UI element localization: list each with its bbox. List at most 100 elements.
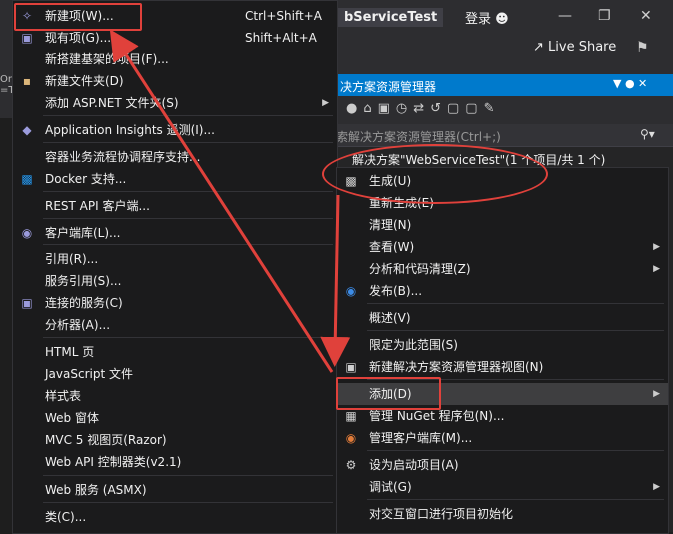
folder-icon: ▪ [22,74,32,88]
window-title: bServiceTest [338,8,444,27]
search-icon[interactable]: ⚲▾ [640,127,655,141]
manage-library-icon: ◉ [345,431,357,445]
menu-separator [43,475,333,476]
context-menu-item[interactable]: 清理(N) [337,214,668,236]
add-menu-item[interactable]: JavaScript 文件 [13,363,337,385]
add-menu-item-label: HTML 页 [45,345,95,359]
add-menu-item-label: Web API 控制器类(v2.1) [45,455,182,469]
context-menu-item-label: 概述(V) [369,311,411,325]
context-menu-item[interactable]: ▣ 新建解决方案资源管理器视图(N) [337,356,668,378]
app-insights-icon: ◆ [22,123,32,137]
menu-separator [43,142,333,143]
submenu-arrow-icon: ▶ [653,482,660,492]
highlight-solution-root [322,144,548,204]
add-menu-item[interactable]: HTML 页 [13,341,337,363]
context-menu-item[interactable]: 调试(G) ▶ [337,476,668,498]
menu-separator [43,244,333,245]
sign-in-label: 登录 [465,12,492,27]
shortcut-label: Ctrl+Shift+A [245,9,322,23]
add-menu-item[interactable]: MVC 5 视图页(Razor) [13,429,337,451]
submenu-arrow-icon: ▶ [322,98,329,108]
new-view-icon: ▣ [345,360,357,374]
add-menu-item[interactable]: ◉ 客户端库(L)... [13,222,337,244]
docker-icon: ▩ [21,172,33,186]
context-menu-item[interactable]: ◉ 管理客户端库(M)... [337,427,668,449]
add-menu-item[interactable]: 样式表 [13,385,337,407]
add-menu-item[interactable]: 分析器(A)... [13,314,337,336]
menu-separator [43,115,333,116]
search-input[interactable]: 索解决方案资源管理器(Ctrl+;) [336,128,501,145]
live-share-icon: ↗ [533,40,544,55]
add-menu-item[interactable]: ▪ 新建文件夹(D) [13,70,337,92]
context-menu-item[interactable]: 限定为此范围(S) [337,334,668,356]
context-menu-item[interactable]: 概述(V) [337,307,668,329]
context-menu-item[interactable]: ◉ 发布(B)... [337,280,668,302]
live-share-button[interactable]: ↗ Live Share [533,40,616,55]
menu-separator [367,303,664,304]
add-menu-item[interactable]: Web 窗体 [13,407,337,429]
add-menu-item[interactable]: Web API 控制器类(v2.1) [13,451,337,473]
close-icon[interactable]: ✕ [640,8,652,24]
user-icon: ☻ [495,12,509,27]
add-menu-item[interactable]: 新搭建基架的项目(F)... [13,48,337,70]
context-menu: ▩ 生成(U) 重新生成(E) 清理(N) 查看(W) ▶ 分析和代码清理(Z) ▶ ◉ 发布(B… [336,167,669,534]
add-menu-item[interactable]: 添加 ASP.NET 文件夹(S) ▶ [13,92,337,114]
context-menu-item[interactable]: 分析和代码清理(Z) ▶ [337,258,668,280]
add-menu-item[interactable]: ▣ 连接的服务(C) [13,292,337,314]
connected-service-icon: ▣ [21,296,33,310]
sign-in-link[interactable]: 登录 ☻ [465,8,509,27]
highlight-new-item [14,3,142,31]
live-share-label: Live Share [548,40,617,55]
add-menu-item-label: 服务引用(S)... [45,274,122,288]
existing-item-icon: ▣ [21,31,33,45]
add-menu-item[interactable]: Web 服务 (ASMX) [13,479,337,501]
context-menu-item[interactable]: 查看(W) ▶ [337,236,668,258]
add-menu-item[interactable]: 容器业务流程协调程序支持... [13,146,337,168]
add-menu-item[interactable]: 类(C)... [13,506,337,528]
menu-separator [43,337,333,338]
context-menu-item-label: 新建解决方案资源管理器视图(N) [369,360,544,374]
add-menu-item-label: REST API 客户端... [45,199,150,213]
add-menu-item-label: 容器业务流程协调程序支持... [45,150,201,164]
menu-separator [367,330,664,331]
feedback-icon[interactable]: ⚑ [636,40,649,56]
submenu-arrow-icon: ▶ [653,389,660,399]
globe-icon: ◉ [345,284,357,298]
se-toolbar-icons[interactable]: ●⌂▣◷⇄↺▢▢✎ [346,101,500,116]
menu-separator [43,218,333,219]
add-menu-item-label: Web 服务 (ASMX) [45,483,147,497]
restore-icon[interactable]: ❐ [598,8,611,24]
left-doc-tab[interactable]: Or =T [0,74,12,118]
left-tab-label: Or =T [0,74,12,96]
add-menu-item-label: 连接的服务(C) [45,296,123,310]
solution-explorer-title: 决方案资源管理器 [340,80,437,94]
add-menu-item[interactable]: REST API 客户端... [13,195,337,217]
minimize-icon[interactable]: — [558,8,572,24]
add-menu-item[interactable]: ▩ Docker 支持... [13,168,337,190]
add-menu-item[interactable]: ◆ Application Insights 遥测(I)... [13,119,337,141]
menu-separator [367,450,664,451]
add-menu-item-label: Application Insights 遥测(I)... [45,123,215,137]
context-menu-item-label: 发布(B)... [369,284,423,298]
context-menu-item-label: 对交互窗口进行项目初始化 [369,507,514,521]
context-menu-item-label: 查看(W) [369,240,415,254]
context-menu-item-label: 管理客户端库(M)... [369,431,473,445]
context-menu-item[interactable]: ⚙ 设为启动项目(A) [337,454,668,476]
submenu-arrow-icon: ▶ [653,242,660,252]
add-menu-item-label: 样式表 [45,389,82,403]
add-menu-item[interactable]: 服务引用(S)... [13,270,337,292]
context-menu-item-label: 设为启动项目(A) [369,458,459,472]
add-submenu: ✧ 新建项(W)... Ctrl+Shift+A ▣ 现有项(G)... Shift+Al… [12,0,338,534]
add-menu-item-label: Docker 支持... [45,172,127,186]
context-menu-item-label: 分析和代码清理(Z) [369,262,471,276]
menu-separator [43,502,333,503]
context-menu-item[interactable]: 对交互窗口进行项目初始化 [337,503,668,525]
add-menu-item-label: 添加 ASP.NET 文件夹(S) [45,96,179,110]
pin-icon[interactable]: ▼ ● ✕ [613,77,647,90]
menu-separator [43,191,333,192]
context-menu-item-label: 调试(G) [369,480,412,494]
add-menu-item-label: MVC 5 视图页(Razor) [45,433,167,447]
add-menu-item[interactable]: 引用(R)... [13,248,337,270]
menu-separator [367,499,664,500]
add-menu-item-label: 新搭建基架的项目(F)... [45,52,169,66]
